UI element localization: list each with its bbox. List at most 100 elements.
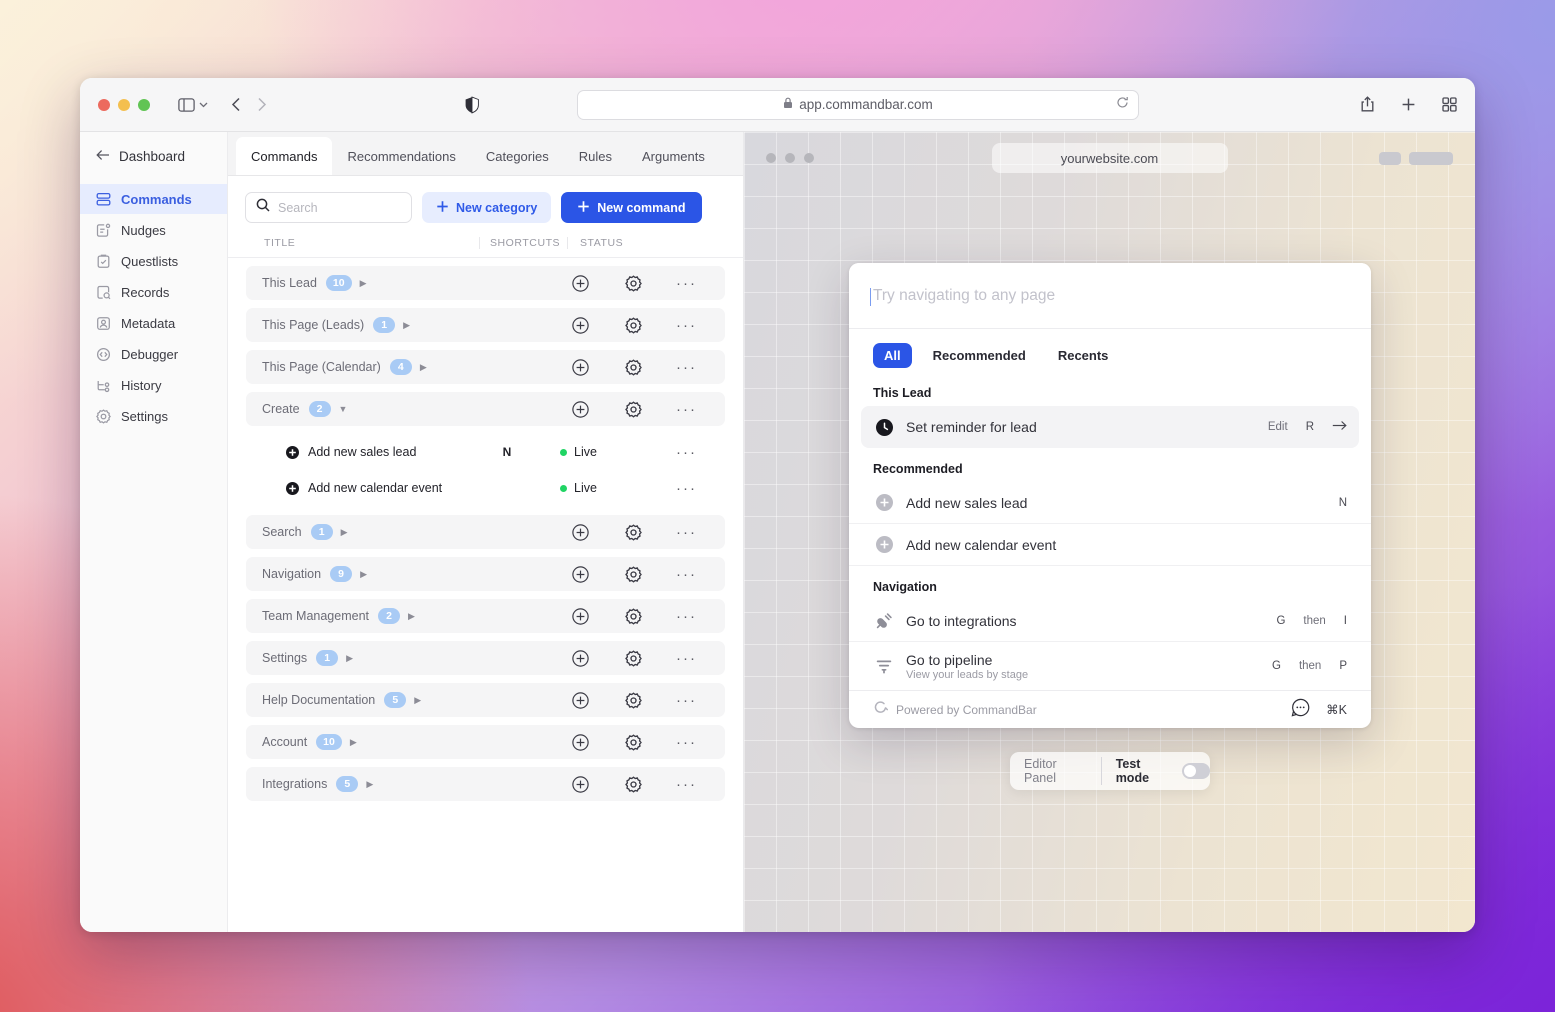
- new-tab-icon[interactable]: [1401, 97, 1416, 112]
- new-command-button[interactable]: New command: [561, 192, 701, 223]
- row-more-button[interactable]: ···: [660, 401, 713, 418]
- maximize-window-button[interactable]: [138, 99, 150, 111]
- chevron-right-icon[interactable]: ▶: [403, 321, 410, 330]
- chat-bubble-icon[interactable]: [1291, 698, 1310, 722]
- window-controls[interactable]: [98, 99, 150, 111]
- chevron-right-icon[interactable]: ▶: [350, 738, 357, 747]
- table-row[interactable]: Help Documentation 5 ▶ ···: [246, 683, 725, 717]
- row-more-button[interactable]: ···: [660, 480, 713, 497]
- row-settings-button[interactable]: [607, 692, 660, 709]
- row-settings-button[interactable]: [607, 650, 660, 667]
- forward-button-icon[interactable]: [256, 97, 267, 112]
- palette-tab-recommended[interactable]: Recommended: [922, 343, 1037, 368]
- add-command-button[interactable]: [554, 776, 607, 793]
- row-settings-button[interactable]: [607, 275, 660, 292]
- chevron-right-icon[interactable]: ▶: [408, 612, 415, 621]
- sidebar-item-settings[interactable]: Settings: [80, 401, 227, 431]
- share-icon[interactable]: [1360, 96, 1375, 113]
- sidebar-item-questlists[interactable]: Questlists: [80, 246, 227, 276]
- palette-item[interactable]: Go to pipeline View your leads by stage …: [849, 642, 1371, 690]
- table-row[interactable]: This Page (Calendar) 4 ▶ ···: [246, 350, 725, 384]
- palette-search-input[interactable]: Try navigating to any page: [873, 287, 1055, 305]
- chevron-right-icon[interactable]: ▶: [360, 570, 367, 579]
- chevron-right-icon[interactable]: ▶: [366, 780, 373, 789]
- search-input[interactable]: [278, 201, 401, 215]
- table-row[interactable]: This Lead 10 ▶ ···: [246, 266, 725, 300]
- back-to-dashboard-link[interactable]: Dashboard: [80, 132, 227, 180]
- row-more-button[interactable]: ···: [660, 692, 713, 709]
- editor-panel-label[interactable]: Editor Panel: [1010, 757, 1102, 785]
- search-box[interactable]: [245, 192, 412, 223]
- row-settings-button[interactable]: [607, 524, 660, 541]
- row-settings-button[interactable]: [607, 317, 660, 334]
- sidebar-toggle-button[interactable]: [178, 98, 209, 112]
- sidebar-item-records[interactable]: Records: [80, 277, 227, 307]
- sidebar-item-history[interactable]: History: [80, 370, 227, 400]
- row-settings-button[interactable]: [607, 734, 660, 751]
- add-command-button[interactable]: [554, 566, 607, 583]
- row-more-button[interactable]: ···: [660, 444, 713, 461]
- palette-item[interactable]: Set reminder for lead Edit R: [861, 406, 1359, 448]
- row-more-button[interactable]: ···: [660, 524, 713, 541]
- test-mode-toggle[interactable]: [1182, 763, 1210, 779]
- chevron-right-icon[interactable]: ▶: [346, 654, 353, 663]
- palette-item-edit-link[interactable]: Edit: [1268, 421, 1288, 433]
- table-row[interactable]: This Page (Leads) 1 ▶ ···: [246, 308, 725, 342]
- row-settings-button[interactable]: [607, 608, 660, 625]
- table-row[interactable]: Navigation 9 ▶ ···: [246, 557, 725, 591]
- add-command-button[interactable]: [554, 650, 607, 667]
- chevron-down-icon[interactable]: ▼: [339, 405, 348, 414]
- palette-item[interactable]: Add new sales lead N: [849, 482, 1371, 524]
- table-row[interactable]: Settings 1 ▶ ···: [246, 641, 725, 675]
- add-command-button[interactable]: [554, 359, 607, 376]
- row-settings-button[interactable]: [607, 401, 660, 418]
- table-row[interactable]: Add new sales lead N Live ···: [246, 434, 725, 470]
- row-more-button[interactable]: ···: [660, 608, 713, 625]
- row-more-button[interactable]: ···: [660, 566, 713, 583]
- table-row[interactable]: Account 10 ▶ ···: [246, 725, 725, 759]
- palette-search-row[interactable]: Try navigating to any page: [849, 263, 1371, 329]
- reload-icon[interactable]: [1116, 96, 1129, 114]
- tab-categories[interactable]: Categories: [471, 137, 564, 175]
- privacy-shield-icon[interactable]: [465, 96, 479, 113]
- new-category-button[interactable]: New category: [422, 192, 551, 223]
- row-settings-button[interactable]: [607, 359, 660, 376]
- palette-item[interactable]: Add new calendar event: [849, 524, 1371, 566]
- add-command-button[interactable]: [554, 608, 607, 625]
- add-command-button[interactable]: [554, 734, 607, 751]
- tab-arguments[interactable]: Arguments: [627, 137, 720, 175]
- chevron-right-icon[interactable]: ▶: [420, 363, 427, 372]
- row-more-button[interactable]: ···: [660, 734, 713, 751]
- row-settings-button[interactable]: [607, 566, 660, 583]
- sidebar-item-debugger[interactable]: Debugger: [80, 339, 227, 369]
- table-row[interactable]: Search 1 ▶ ···: [246, 515, 725, 549]
- table-row[interactable]: Team Management 2 ▶ ···: [246, 599, 725, 633]
- row-more-button[interactable]: ···: [660, 275, 713, 292]
- sidebar-item-commands[interactable]: Commands: [80, 184, 227, 214]
- add-command-button[interactable]: [554, 524, 607, 541]
- nav-arrows[interactable]: [231, 97, 267, 112]
- row-settings-button[interactable]: [607, 776, 660, 793]
- close-window-button[interactable]: [98, 99, 110, 111]
- back-button-icon[interactable]: [231, 97, 242, 112]
- chevron-right-icon[interactable]: ▶: [360, 279, 367, 288]
- chevron-right-icon[interactable]: ▶: [341, 528, 348, 537]
- add-command-button[interactable]: [554, 401, 607, 418]
- palette-item[interactable]: Go to integrations G then I: [849, 600, 1371, 642]
- table-row[interactable]: Create 2 ▼ ···: [246, 392, 725, 426]
- row-more-button[interactable]: ···: [660, 650, 713, 667]
- sidebar-item-nudges[interactable]: Nudges: [80, 215, 227, 245]
- add-command-button[interactable]: [554, 275, 607, 292]
- add-command-button[interactable]: [554, 317, 607, 334]
- chevron-right-icon[interactable]: ▶: [414, 696, 421, 705]
- tab-commands[interactable]: Commands: [236, 137, 332, 175]
- table-row[interactable]: Integrations 5 ▶ ···: [246, 767, 725, 801]
- palette-tab-recents[interactable]: Recents: [1047, 343, 1120, 368]
- tab-recommendations[interactable]: Recommendations: [332, 137, 470, 175]
- row-more-button[interactable]: ···: [660, 317, 713, 334]
- row-more-button[interactable]: ···: [660, 359, 713, 376]
- palette-tab-all[interactable]: All: [873, 343, 912, 368]
- sidebar-item-metadata[interactable]: Metadata: [80, 308, 227, 338]
- tab-rules[interactable]: Rules: [564, 137, 627, 175]
- chevron-down-icon[interactable]: [198, 99, 209, 110]
